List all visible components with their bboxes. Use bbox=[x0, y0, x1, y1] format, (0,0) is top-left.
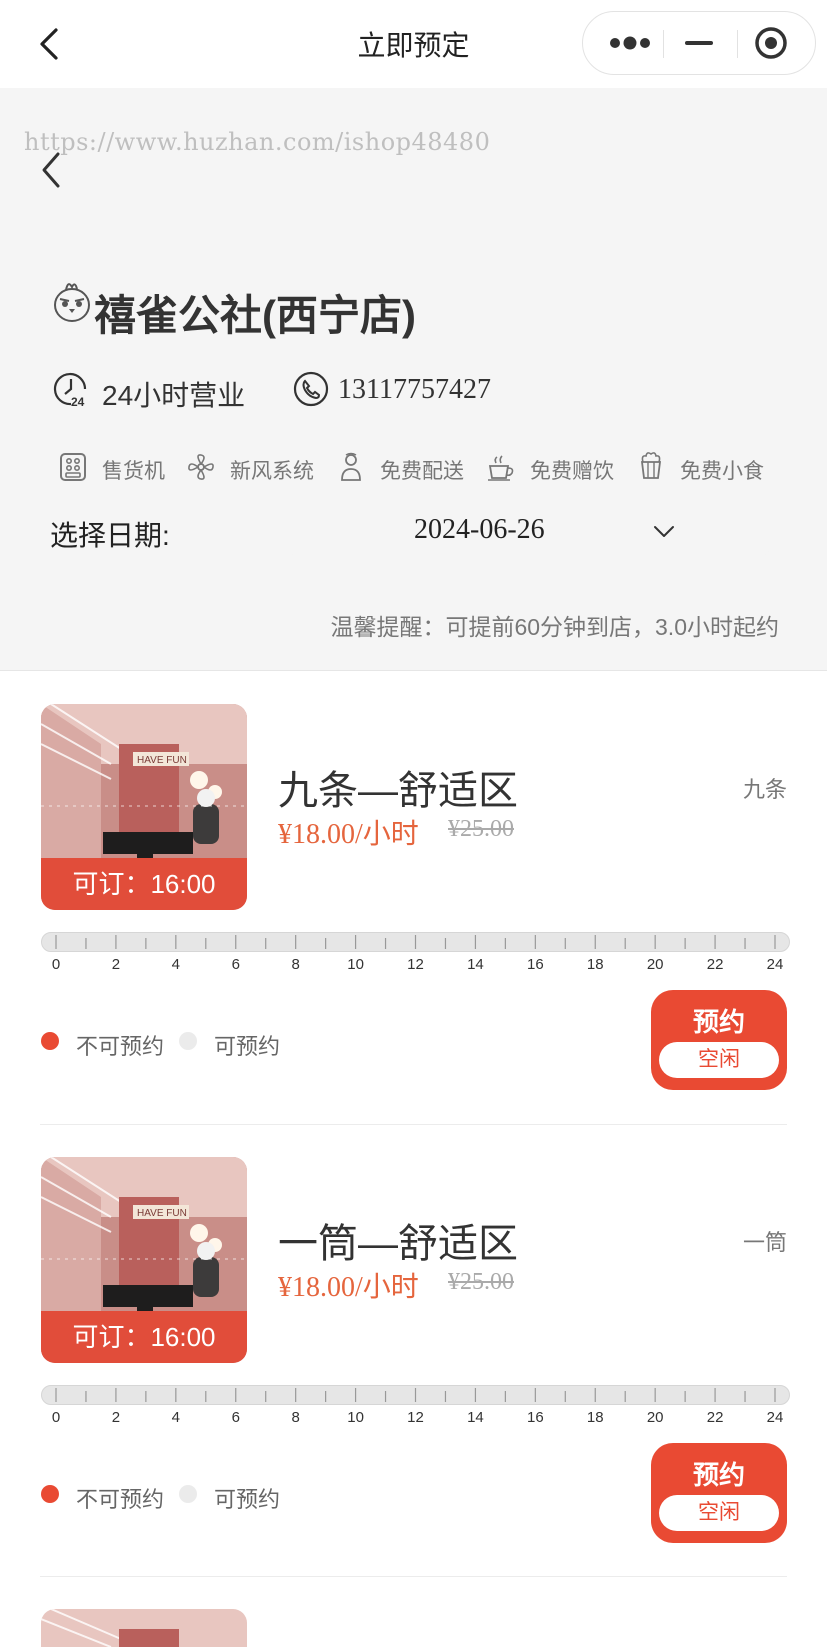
vending-machine-icon bbox=[60, 453, 86, 481]
timeline-tick-label: 6 bbox=[231, 1409, 240, 1426]
inner-back-icon[interactable] bbox=[34, 148, 70, 192]
room-photo[interactable]: HAVE FUN 可订：16:00 bbox=[41, 704, 247, 910]
book-button-label: 预约 bbox=[692, 1007, 745, 1037]
room-status: 空闲 bbox=[659, 1495, 779, 1531]
clock-24h-icon: 24 bbox=[53, 372, 87, 408]
time-availability-bar: 0 2 4 6 8 10 12 14 16 18 20 22 24 bbox=[41, 1385, 790, 1435]
timeline-tick-label: 22 bbox=[706, 956, 724, 973]
close-capsule-button[interactable] bbox=[737, 12, 811, 74]
svg-text:24: 24 bbox=[71, 395, 85, 408]
watermark-text: https://www.huzhan.com/ishop48480 bbox=[24, 128, 491, 156]
timeline-tick-label: 14 bbox=[467, 956, 484, 973]
chevron-down-icon[interactable] bbox=[652, 520, 676, 544]
book-button[interactable]: 预约 空闲 bbox=[651, 990, 787, 1090]
timeline-ticks bbox=[55, 1388, 776, 1402]
timeline-tick-label: 12 bbox=[407, 956, 424, 973]
delivery-person-icon bbox=[341, 452, 361, 481]
card-divider bbox=[40, 1124, 787, 1125]
room-price: ¥18.00/小时 bbox=[278, 1272, 419, 1303]
facility-label: 免费赠饮 bbox=[530, 460, 614, 483]
timeline-tick-label: 10 bbox=[347, 1409, 364, 1426]
business-hours: 24小时营业 bbox=[102, 380, 246, 411]
available-time-badge: 可订：16:00 bbox=[41, 858, 247, 910]
timeline-tick-label: 4 bbox=[171, 1409, 180, 1426]
room-tag: 九条 bbox=[742, 777, 787, 802]
facility-label: 售货机 bbox=[102, 460, 165, 483]
timeline-tick-label: 4 bbox=[171, 956, 180, 973]
minimize-icon bbox=[685, 41, 713, 45]
timeline-tick-label: 24 bbox=[766, 1409, 784, 1426]
top-navbar: 立即预定 bbox=[0, 0, 827, 88]
facility-label: 新风系统 bbox=[230, 460, 314, 483]
timeline-ticks bbox=[55, 935, 776, 949]
timeline-tick-label: 8 bbox=[291, 956, 300, 973]
timeline-tick-label: 24 bbox=[766, 956, 784, 973]
coffee-cup-icon bbox=[488, 455, 514, 481]
timeline-tick-label: 20 bbox=[646, 956, 664, 973]
unavailable-dot bbox=[41, 1485, 59, 1503]
legend-available: 可预约 bbox=[214, 1034, 281, 1059]
legend-available: 可预约 bbox=[214, 1487, 281, 1512]
svg-text:HAVE FUN: HAVE FUN bbox=[137, 1208, 187, 1219]
timeline-tick-label: 16 bbox=[526, 1409, 544, 1426]
facility-label: 免费配送 bbox=[380, 460, 464, 483]
legend-unavailable: 不可预约 bbox=[76, 1034, 165, 1059]
more-menu-button[interactable] bbox=[589, 12, 663, 74]
timeline-tick-label: 0 bbox=[51, 956, 61, 973]
selected-date[interactable]: 2024-06-26 bbox=[414, 514, 545, 546]
timeline-tick-label: 2 bbox=[111, 956, 121, 973]
room-price: ¥18.00/小时 bbox=[278, 819, 419, 850]
room-photo-image bbox=[41, 1609, 247, 1647]
room-status: 空闲 bbox=[659, 1042, 779, 1078]
room-name: 一筒—舒适区 bbox=[278, 1222, 518, 1266]
room-photo-partial[interactable] bbox=[41, 1609, 247, 1647]
available-dot bbox=[179, 1485, 197, 1503]
timeline-tick-label: 16 bbox=[526, 956, 544, 973]
room-tag: 一筒 bbox=[742, 1230, 787, 1255]
timeline-tick-label: 8 bbox=[291, 1409, 300, 1426]
popcorn-icon bbox=[640, 452, 662, 479]
timeline-tick-label: 14 bbox=[467, 1409, 484, 1426]
date-label: 选择日期: bbox=[50, 520, 170, 551]
more-dots-icon bbox=[610, 36, 650, 50]
svg-text:HAVE FUN: HAVE FUN bbox=[137, 755, 187, 766]
timeline-tick-label: 2 bbox=[111, 1409, 121, 1426]
timeline-tick-label: 6 bbox=[231, 956, 240, 973]
phone-number[interactable]: 13117757427 bbox=[338, 374, 491, 406]
timeline-tick-label: 22 bbox=[706, 1409, 724, 1426]
unavailable-dot bbox=[41, 1032, 59, 1050]
time-availability-bar: 0 2 4 6 8 10 12 14 16 18 20 22 24 bbox=[41, 932, 790, 982]
available-time-badge: 可订：16:00 bbox=[41, 1311, 247, 1363]
target-circle-icon bbox=[755, 27, 787, 59]
book-button[interactable]: 预约 空闲 bbox=[651, 1443, 787, 1543]
booking-tip: 温馨提醒：可提前60分钟到店，3.0小时起约 bbox=[330, 614, 779, 640]
miniprogram-capsule bbox=[582, 11, 816, 75]
room-card: HAVE FUN 可订：16:00 九条—舒适区 九条 ¥18.00/小时 ¥2… bbox=[0, 704, 827, 1124]
legend-unavailable: 不可预约 bbox=[76, 1487, 165, 1512]
fan-icon bbox=[188, 454, 214, 480]
timeline-tick-label: 12 bbox=[407, 1409, 424, 1426]
timeline-tick-label: 0 bbox=[51, 1409, 61, 1426]
store-logo-bird-icon bbox=[54, 283, 90, 322]
minimize-button[interactable] bbox=[663, 12, 737, 74]
room-original-price: ¥25.00 bbox=[448, 1269, 514, 1295]
room-photo[interactable]: HAVE FUN 可订：16:00 bbox=[41, 1157, 247, 1363]
available-dot bbox=[179, 1032, 197, 1050]
timeline-tick-label: 18 bbox=[586, 1409, 604, 1426]
facility-label: 免费小食 bbox=[680, 460, 764, 483]
card-divider bbox=[40, 1576, 787, 1577]
timeline-tick-label: 20 bbox=[646, 1409, 664, 1426]
room-original-price: ¥25.00 bbox=[448, 816, 514, 842]
store-name: 禧雀公社(西宁店) bbox=[94, 292, 416, 339]
room-name: 九条—舒适区 bbox=[278, 769, 518, 813]
book-button-label: 预约 bbox=[692, 1460, 745, 1490]
timeline-tick-label: 10 bbox=[347, 956, 364, 973]
phone-icon[interactable] bbox=[292, 370, 330, 408]
room-card: HAVE FUN 可订：16:00 一筒—舒适区 一筒 ¥18.00/小时 ¥2… bbox=[0, 1157, 827, 1577]
timeline-tick-label: 18 bbox=[586, 956, 604, 973]
